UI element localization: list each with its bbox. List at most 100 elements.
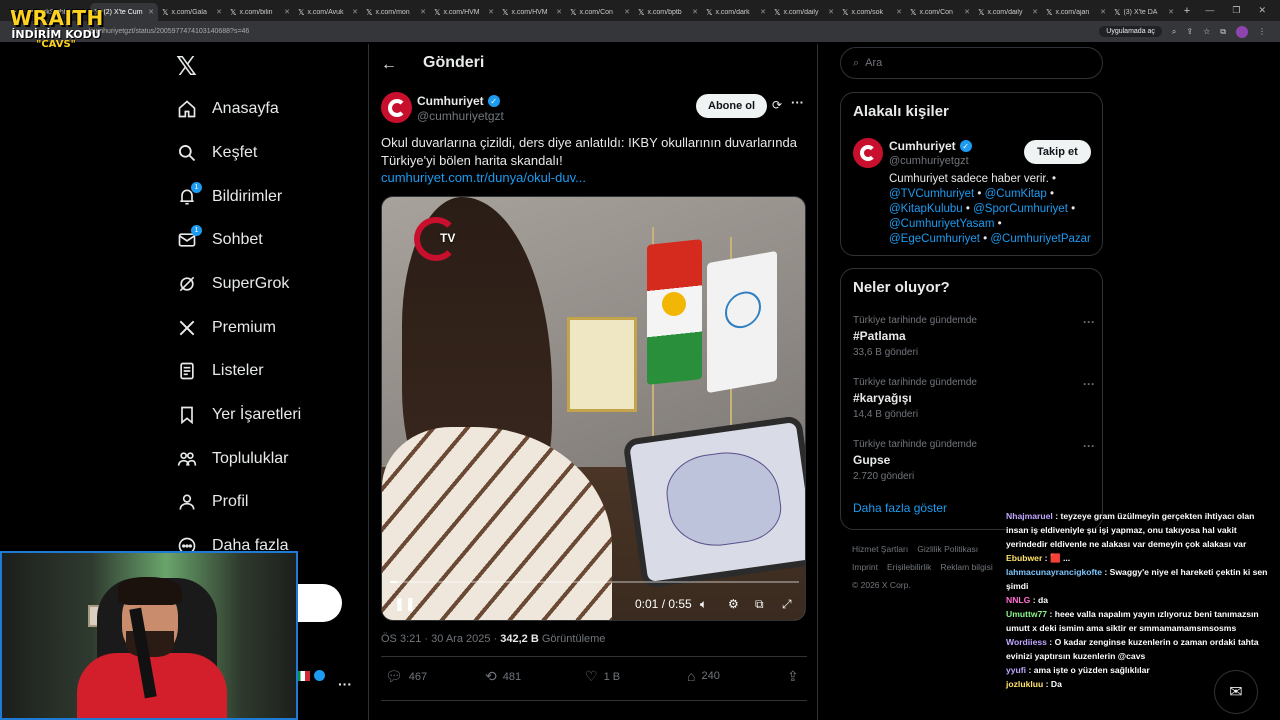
trend-name[interactable]: #karyağışı [853,391,1093,405]
nav-item-listeler[interactable]: Listeler [176,356,264,386]
related-handle[interactable]: @cumhuriyetgzt [889,155,969,167]
browser-tab[interactable]: 𝕏x.com/HVM ✕ [498,3,566,21]
bio-mention-link[interactable]: @SporCumhuriyet [973,203,1068,215]
tab-close-icon[interactable]: ✕ [284,8,290,16]
nav-item-premium[interactable]: Premium [176,313,276,343]
browser-tab[interactable]: 𝕏x.com/dark ✕ [702,3,770,21]
nav-item-anasayfa[interactable]: Anasayfa [176,94,279,124]
tab-close-icon[interactable]: ✕ [964,8,970,16]
star-icon[interactable]: ☆ [1203,27,1210,36]
tab-close-icon[interactable]: ✕ [760,8,766,16]
tab-close-icon[interactable]: ✕ [1032,8,1038,16]
share-button[interactable]: ⇪ [787,668,799,685]
account-switcher[interactable] [296,670,325,681]
trend-more-icon[interactable]: ··· [1083,377,1095,391]
like-button[interactable]: ♡ 1 B [585,668,620,685]
author-name-text[interactable]: Cumhuriyet [417,94,484,108]
bio-mention-link[interactable]: @KitapKulubu [889,203,963,215]
nav-item-keşfet[interactable]: Keşfet [176,138,257,168]
bookmark-button[interactable]: ⌂ 240 [687,668,720,684]
browser-tab[interactable]: 𝕏x.com/sok ✕ [838,3,906,21]
post-timestamp[interactable]: ÖS 3:21 · 30 Ara 2025 · [381,633,500,645]
follow-button[interactable]: Takip et [1024,140,1091,164]
tab-close-icon[interactable]: ✕ [488,8,494,16]
trend-more-icon[interactable]: ··· [1083,315,1095,329]
new-tab-button[interactable]: + [1178,5,1196,17]
nav-item-profil[interactable]: Profil [176,487,248,517]
browser-tab[interactable]: 𝕏x.com/HVM ✕ [430,3,498,21]
tab-close-icon[interactable]: ✕ [148,8,154,16]
nav-item-supergrok[interactable]: SuperGrok [176,269,289,299]
related-name[interactable]: Cumhuriyet ✓ [889,139,972,153]
tab-close-icon[interactable]: ✕ [692,8,698,16]
close-window-icon[interactable]: ✕ [1258,5,1266,16]
footer-link[interactable]: Imprint [852,562,878,572]
trend-more-icon[interactable]: ··· [1083,439,1095,453]
tab-close-icon[interactable]: ✕ [1100,8,1106,16]
messages-drawer-button[interactable]: ✉ [1214,670,1258,714]
show-more-link[interactable]: Daha fazla göster [853,501,947,515]
trend-name[interactable]: #Patlama [853,329,1093,343]
chat-username[interactable]: Ebubwer [1006,553,1042,563]
author-handle[interactable]: @cumhuriyetgzt [417,109,504,123]
chat-username[interactable]: lahmacunayrancigkofte [1006,567,1102,577]
grok-icon[interactable]: ⟳ [772,98,782,112]
browser-tab[interactable]: 𝕏x.com/daily ✕ [770,3,838,21]
tab-close-icon[interactable]: ✕ [420,8,426,16]
bio-mention-link[interactable]: @TVCumhuriyet [889,188,974,200]
chat-username[interactable]: Wordiiess [1006,637,1047,647]
restore-icon[interactable]: ❐ [1232,5,1240,16]
tab-close-icon[interactable]: ✕ [896,8,902,16]
footer-link[interactable]: Reklam bilgisi [940,562,992,572]
chat-username[interactable]: NNLG [1006,595,1030,605]
browser-tab[interactable]: 𝕏x.com/ajan ✕ [1042,3,1110,21]
open-in-app-button[interactable]: Uygulamada aç [1099,26,1162,37]
browser-tab[interactable]: 𝕏 (3) X'te DA ✕ [1110,3,1178,21]
trend-item[interactable]: Türkiye tarihinde gündemde Gupse 2.720 gön… [853,439,1095,482]
profile-avatar[interactable] [1236,25,1248,38]
nav-item-topluluklar[interactable]: Topluluklar [176,444,288,474]
chat-username[interactable]: Umuttw77 [1006,609,1047,619]
reply-button[interactable]: 💬︎ 467 [385,668,427,685]
trend-item[interactable]: Türkiye tarihinde gündemde #Patlama 33,6 B… [853,315,1095,358]
account-more-icon[interactable]: ··· [338,676,352,692]
zoom-icon[interactable]: ⌕ [1172,27,1176,37]
browser-tab[interactable]: 𝕏x.com/daily ✕ [974,3,1042,21]
author-name[interactable]: Cumhuriyet ✓ [417,94,500,108]
nav-item-bildirimler[interactable]: 1 Bildirimler [176,182,282,212]
bio-mention-link[interactable]: @CumKitap [985,188,1047,200]
browser-tab[interactable]: 𝕏x.com/Con ✕ [906,3,974,21]
minimize-icon[interactable]: — [1205,5,1214,16]
tab-close-icon[interactable]: ✕ [828,8,834,16]
nav-item-sohbet[interactable]: 1 Sohbet [176,225,263,255]
bio-mention-link[interactable]: @EgeCumhuriyet [889,233,980,245]
tab-close-icon[interactable]: ✕ [216,8,222,16]
video-progress-bar[interactable] [390,581,799,583]
bio-mention-link[interactable]: @CumhuriyetYasam [889,218,994,230]
chat-username[interactable]: yyufi [1006,665,1026,675]
tab-close-icon[interactable]: ✕ [556,8,562,16]
fullscreen-icon[interactable]: ⤢ [782,597,792,612]
post-link[interactable]: cumhuriyet.com.tr/dunya/okul-duv... [381,170,586,185]
footer-link[interactable]: Erişilebilirlik [887,562,931,572]
footer-link[interactable]: Hizmet Şartları [852,544,908,554]
chat-username[interactable]: jozlukluu [1006,679,1043,689]
bio-mention-link[interactable]: @CumhuriyetPazar [990,233,1091,245]
search-input[interactable]: ⌕ Ara [840,47,1103,79]
repost-button[interactable]: ⟲ 481 [485,668,521,685]
extensions-icon[interactable]: ⧉ [1220,27,1226,37]
settings-gear-icon[interactable]: ⚙ [728,597,739,611]
browser-menu-icon[interactable]: ⋮ [1258,27,1266,36]
tab-close-icon[interactable]: ✕ [352,8,358,16]
post-video[interactable]: TV ❚❚ 0:01 / 0:55 🔈︎ ⚙ ⧉ ⤢ [381,196,806,621]
author-avatar[interactable] [381,92,412,123]
pause-icon[interactable]: ❚❚ [394,596,416,612]
url-field[interactable]: /cumhuriyetgzt/status/200597747410314068… [88,28,1099,35]
subscribe-button[interactable]: Abone ol [696,94,768,118]
related-name-text[interactable]: Cumhuriyet [889,139,956,153]
browser-tab[interactable]: 𝕏x.com/mon ✕ [362,3,430,21]
back-arrow-icon[interactable]: ← [381,56,397,74]
volume-icon[interactable]: 🔈︎ [700,597,707,612]
tab-close-icon[interactable]: ✕ [624,8,630,16]
related-avatar[interactable] [853,138,883,168]
